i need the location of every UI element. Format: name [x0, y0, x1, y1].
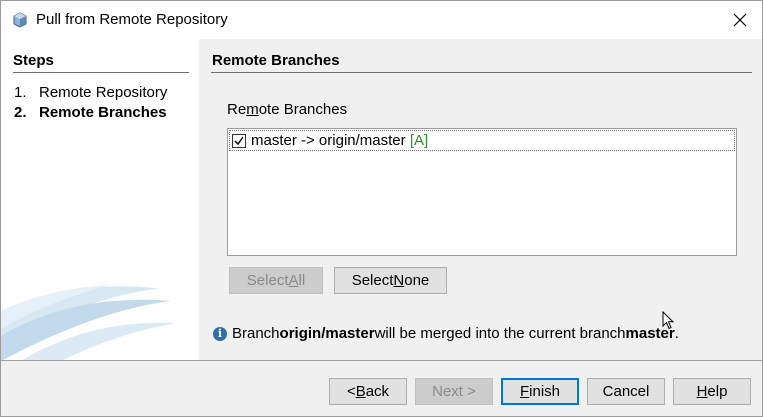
branch-mapping: master -> origin/master: [251, 132, 406, 149]
section-heading: Remote Branches: [212, 52, 340, 69]
close-icon: [733, 13, 747, 27]
step-remote-repository: 1. Remote Repository: [14, 84, 167, 101]
cancel-button[interactable]: Cancel: [587, 378, 665, 405]
title-bar: Pull from Remote Repository: [1, 1, 762, 39]
main-panel: Remote Branches Remote Branches master -…: [199, 39, 762, 361]
steps-divider: [13, 72, 189, 73]
steps-heading: Steps: [13, 52, 54, 69]
step-label: Remote Repository: [39, 84, 168, 101]
steps-panel: Steps 1. Remote Repository 2. Remote Branc…: [1, 39, 199, 361]
close-button[interactable]: [718, 1, 762, 39]
step-remote-branches: 2. Remote Branches: [14, 104, 167, 121]
local-branch-name: master: [625, 325, 675, 342]
footer-divider: [1, 360, 762, 361]
help-button[interactable]: Help: [673, 378, 751, 405]
section-divider: [211, 72, 752, 73]
step-number: 2.: [14, 104, 27, 121]
window-title: Pull from Remote Repository: [36, 11, 228, 28]
pull-dialog: Pull from Remote Repository Steps 1. Remo…: [0, 0, 763, 417]
select-all-button[interactable]: Select All: [229, 267, 323, 294]
finish-button[interactable]: Finish: [501, 378, 579, 405]
branch-checkbox[interactable]: [232, 133, 246, 148]
branches-list-label: Remote Branches: [227, 101, 348, 118]
remote-branch-name: origin/master: [279, 325, 375, 342]
step-number: 1.: [14, 84, 27, 101]
select-none-button[interactable]: Select None: [334, 267, 447, 294]
checkmark-icon: [234, 136, 244, 145]
decorative-swoosh: [1, 285, 176, 361]
step-label: Remote Branches: [39, 104, 167, 121]
merge-info: i Branch origin/master will be merged in…: [213, 325, 679, 342]
next-button[interactable]: Next >: [415, 378, 493, 405]
branches-list[interactable]: master -> origin/master [A]: [227, 128, 737, 330]
branch-status-tag: [A]: [409, 132, 429, 149]
branch-list-item[interactable]: master -> origin/master [A]: [229, 130, 735, 151]
back-button[interactable]: < Back: [329, 378, 407, 405]
cube-icon: [12, 12, 28, 28]
info-icon: i: [213, 326, 227, 341]
